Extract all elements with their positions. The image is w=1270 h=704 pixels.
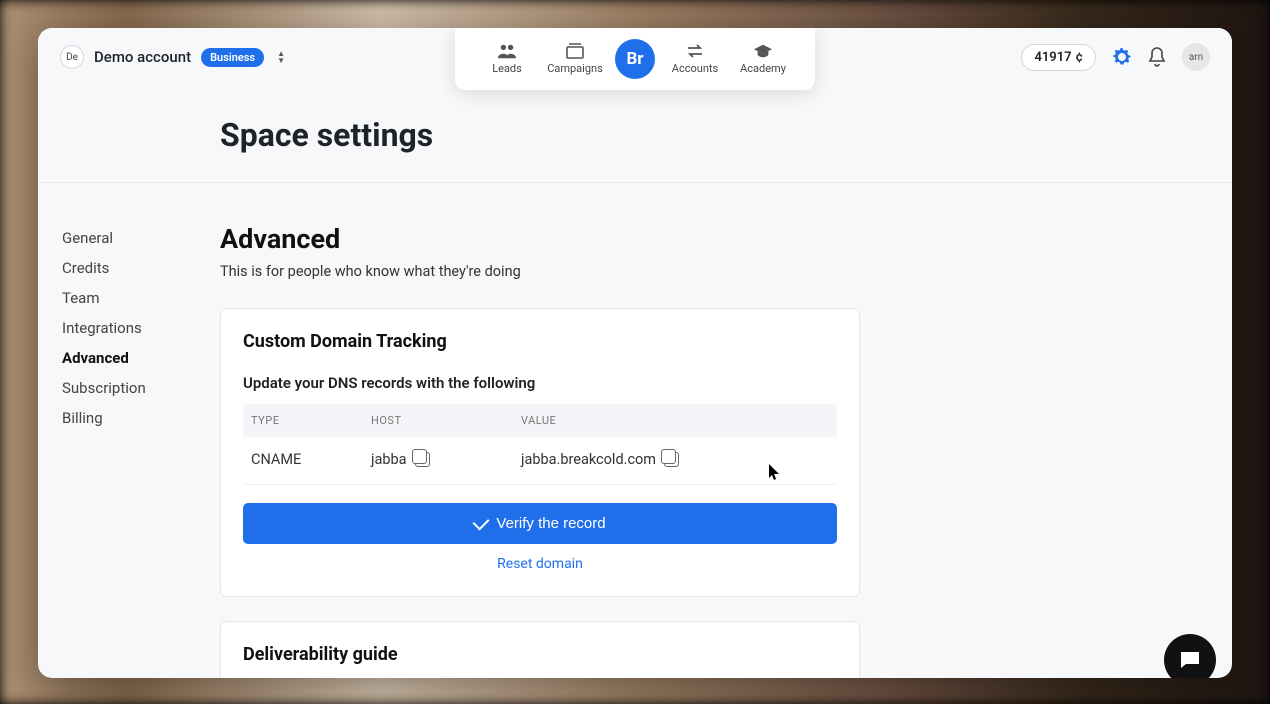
credits-value: 41917 [1034, 50, 1071, 65]
app-window: De Demo account Business ▲▼ Leads Campai… [38, 28, 1232, 678]
dns-instruction: Update your DNS records with the followi… [243, 374, 837, 392]
dns-table: TYPE HOST VALUE CNAME jabba jabba.breakc… [243, 404, 837, 485]
col-value-header: VALUE [521, 414, 829, 427]
brand-logo[interactable]: Br [615, 39, 655, 79]
bell-icon[interactable] [1148, 47, 1166, 67]
sidenav-item-integrations[interactable]: Integrations [62, 313, 220, 343]
col-host-header: HOST [371, 414, 521, 427]
verify-record-button[interactable]: Verify the record [243, 503, 837, 544]
graduation-cap-icon [754, 43, 772, 59]
card-title: Custom Domain Tracking [243, 331, 837, 352]
deliverability-card: Deliverability guide Blog Post [220, 621, 860, 678]
credits-pill[interactable]: 41917 ¢ [1021, 44, 1096, 71]
custom-domain-card: Custom Domain Tracking Update your DNS r… [220, 308, 860, 597]
nav-label: Academy [740, 62, 786, 75]
sidenav-item-advanced[interactable]: Advanced [62, 343, 220, 373]
col-type-header: TYPE [251, 414, 371, 427]
top-bar: De Demo account Business ▲▼ Leads Campai… [38, 28, 1232, 86]
nav-academy[interactable]: Academy [729, 43, 797, 75]
chat-fab[interactable] [1164, 634, 1216, 678]
user-avatar[interactable]: arn [1182, 43, 1210, 71]
account-name: Demo account [94, 48, 191, 66]
coin-icon: ¢ [1076, 50, 1083, 65]
verify-label: Verify the record [496, 515, 605, 532]
main-nav: Leads Campaigns Br Accounts Academy [455, 28, 815, 90]
topbar-right: 41917 ¢ arn [1021, 43, 1210, 71]
dns-host-value: jabba [371, 451, 407, 468]
check-icon [473, 514, 490, 531]
nav-campaigns[interactable]: Campaigns [541, 43, 609, 75]
nav-accounts[interactable]: Accounts [661, 43, 729, 75]
settings-sidenav: GeneralCreditsTeamIntegrationsAdvancedSu… [38, 223, 220, 678]
dns-type-value: CNAME [251, 451, 371, 468]
swap-icon [686, 43, 704, 59]
inbox-icon [566, 43, 584, 59]
nav-label: Accounts [672, 62, 718, 75]
sidenav-item-subscription[interactable]: Subscription [62, 373, 220, 403]
main-content: Advanced This is for people who know wha… [220, 223, 900, 678]
plan-badge: Business [201, 48, 264, 67]
nav-leads[interactable]: Leads [473, 43, 541, 75]
dns-value-value: jabba.breakcold.com [521, 451, 656, 468]
reset-domain-link[interactable]: Reset domain [243, 556, 837, 572]
card-title: Deliverability guide [243, 644, 837, 665]
sidenav-item-team[interactable]: Team [62, 283, 220, 313]
dns-table-row: CNAME jabba jabba.breakcold.com [243, 437, 837, 485]
section-title: Advanced [220, 223, 860, 255]
sidenav-item-general[interactable]: General [62, 223, 220, 253]
page-header: Space settings [38, 86, 1232, 182]
nav-label: Leads [492, 62, 522, 75]
section-subtitle: This is for people who know what they're… [220, 263, 860, 280]
gear-icon[interactable] [1112, 47, 1132, 67]
copy-value-icon[interactable] [664, 452, 679, 467]
chevron-updown-icon: ▲▼ [277, 51, 285, 64]
sidenav-item-credits[interactable]: Credits [62, 253, 220, 283]
account-avatar-icon: De [60, 45, 84, 69]
dns-table-head: TYPE HOST VALUE [243, 404, 837, 437]
sidenav-item-billing[interactable]: Billing [62, 403, 220, 433]
account-switcher[interactable]: De Demo account Business ▲▼ [60, 45, 285, 69]
nav-label: Campaigns [547, 62, 603, 75]
page-title: Space settings [220, 116, 1232, 154]
users-icon [498, 43, 516, 59]
copy-host-icon[interactable] [415, 452, 430, 467]
